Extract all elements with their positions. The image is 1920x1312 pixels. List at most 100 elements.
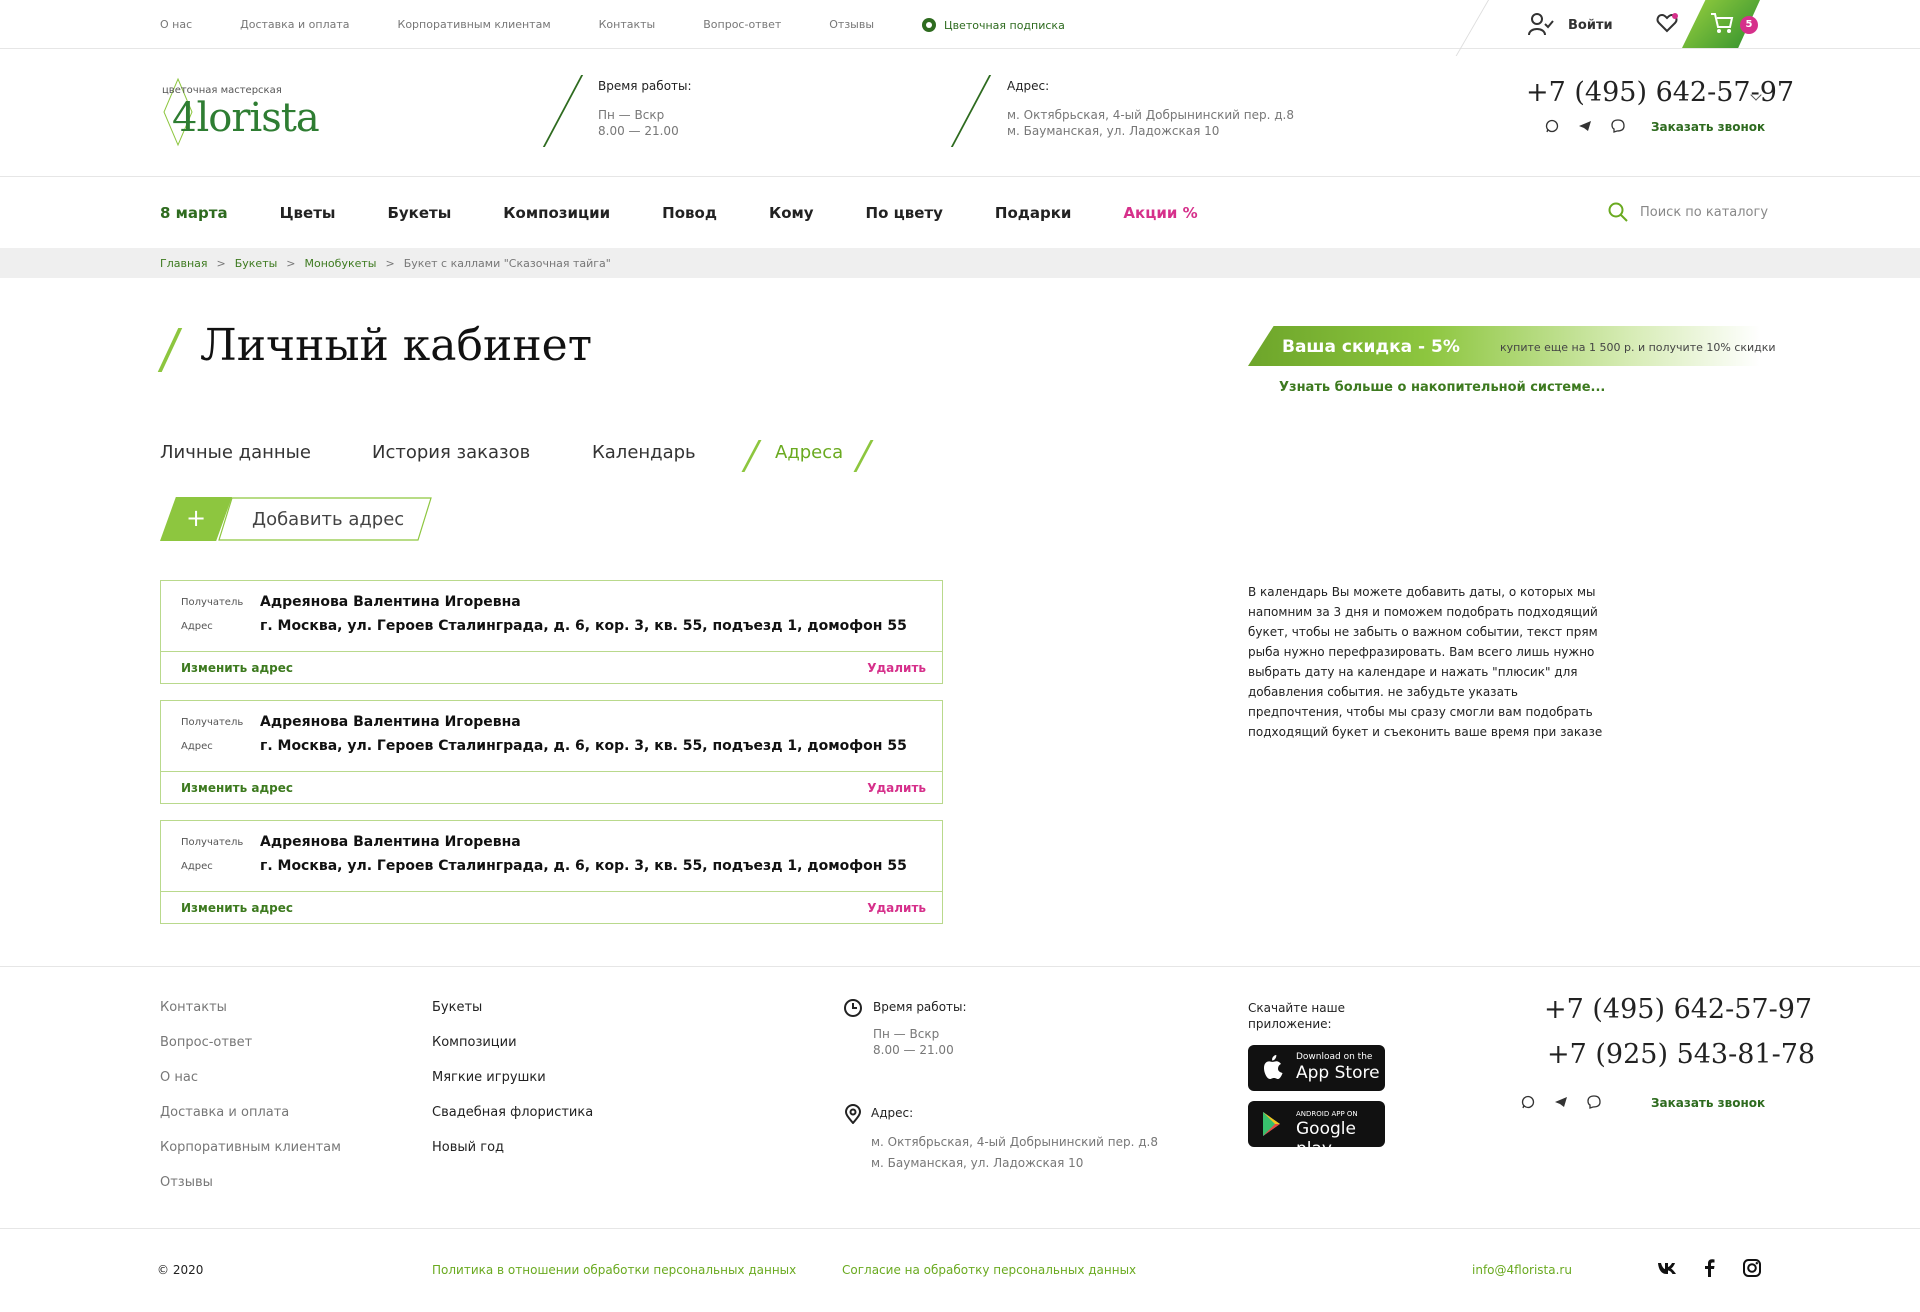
google-play-button[interactable]: ANDROID APP ON Google play (1248, 1101, 1385, 1159)
nav-item-recipient[interactable]: Кому (769, 204, 814, 222)
address-label: Адрес (181, 861, 213, 872)
hours-days: Пн — Вскр (598, 108, 665, 122)
footer-hours-days: Пн — Вскр (873, 1027, 940, 1041)
divider (1455, 0, 1489, 56)
delete-address-link[interactable]: Удалить (867, 661, 926, 675)
vk-icon[interactable] (1657, 1258, 1677, 1278)
recipient-label: Получатель (181, 837, 244, 848)
footer-callback-link[interactable]: Заказать звонок (1651, 1096, 1765, 1110)
address-value: г. Москва, ул. Героев Сталинграда, д. 6,… (260, 618, 907, 634)
logo[interactable]: 4lorista (172, 95, 320, 141)
catalog-search[interactable]: Поиск по каталогу (1608, 202, 1768, 222)
footer-hours-time: 8.00 — 21.00 (873, 1043, 954, 1057)
edit-address-link[interactable]: Изменить адрес (181, 901, 293, 915)
footer-phone-1[interactable]: +7 (495) 642-57-97 (1544, 994, 1812, 1025)
breadcrumb-monobouquets[interactable]: Монобукеты (305, 257, 377, 270)
breadcrumb-separator: > (385, 257, 395, 270)
breadcrumb-bouquets[interactable]: Букеты (235, 257, 278, 270)
delete-address-link[interactable]: Удалить (867, 901, 926, 915)
whatsapp-icon[interactable] (1545, 119, 1559, 133)
footer-link-contacts[interactable]: Контакты (160, 1000, 341, 1035)
footer-link-faq[interactable]: Вопрос-ответ (160, 1035, 341, 1070)
google-play-label: Google play (1296, 1119, 1356, 1159)
card-divider (161, 651, 942, 652)
edit-address-link[interactable]: Изменить адрес (181, 661, 293, 675)
header-callback-link[interactable]: Заказать звонок (1651, 120, 1765, 134)
nav-item-bouquets[interactable]: Букеты (387, 204, 451, 222)
delete-address-link[interactable]: Удалить (867, 781, 926, 795)
breadcrumb: Главная > Букеты > Монобукеты > Букет с кал… (160, 257, 611, 270)
cart-icon[interactable] (1710, 12, 1734, 34)
footer-column-info: Контакты Вопрос-ответ О нас Доставка и о… (160, 1000, 341, 1210)
footer-link-new-year[interactable]: Новый год (432, 1140, 593, 1175)
footer-address-line-2: м. Бауманская, ул. Ладожская 10 (871, 1156, 1084, 1170)
nav-item-gifts[interactable]: Подарки (995, 204, 1072, 222)
loyalty-info-link[interactable]: Узнать больше о накопительной системе... (1279, 380, 1605, 395)
viber-icon[interactable] (1611, 119, 1625, 133)
breadcrumb-home[interactable]: Главная (160, 257, 208, 270)
address-value: г. Москва, ул. Героев Сталинграда, д. 6,… (260, 858, 907, 874)
apple-icon (1264, 1055, 1283, 1079)
footer-link-about[interactable]: О нас (160, 1070, 341, 1105)
recipient-name: Адреянова Валентина Игоревна (260, 594, 521, 610)
footer-link-reviews[interactable]: Отзывы (160, 1175, 341, 1210)
address-line-1: м. Октябрьская, 4-ый Добрынинский пер. д… (1007, 108, 1294, 122)
edit-address-link[interactable]: Изменить адрес (181, 781, 293, 795)
topnav-item-reviews[interactable]: Отзывы (829, 18, 874, 32)
tab-calendar[interactable]: Календарь (592, 442, 696, 463)
app-store-caption: Download on the (1296, 1052, 1373, 1062)
main-nav: 8 марта Цветы Букеты Композиции Повод Ко… (160, 204, 1250, 222)
topnav-item-contacts[interactable]: Контакты (599, 18, 656, 32)
tab-order-history[interactable]: История заказов (372, 442, 530, 463)
nav-item-compositions[interactable]: Композиции (503, 204, 610, 222)
subscription-label: Цветочная подписка (944, 18, 1065, 32)
footer-phone-2[interactable]: +7 (925) 543-81-78 (1547, 1039, 1815, 1070)
topnav-item-corporate[interactable]: Корпоративным клиентам (398, 18, 551, 32)
facebook-icon[interactable] (1700, 1258, 1720, 1278)
tab-personal-data[interactable]: Личные данные (160, 442, 311, 463)
telegram-icon[interactable] (1578, 119, 1592, 133)
address-card: Получатель Адреянова Валентина Игоревна … (160, 820, 943, 924)
footer-link-wedding[interactable]: Свадебная флористика (432, 1105, 593, 1140)
app-store-button[interactable]: Download on the App Store (1248, 1045, 1385, 1091)
tab-addresses[interactable]: Адреса (775, 442, 843, 463)
search-input[interactable]: Поиск по каталогу (1640, 205, 1768, 220)
email-link[interactable]: info@4florista.ru (1472, 1263, 1572, 1277)
nav-item-by-color[interactable]: По цвету (866, 204, 943, 222)
telegram-icon[interactable] (1554, 1095, 1568, 1109)
footer-link-compositions[interactable]: Композиции (432, 1035, 593, 1070)
nav-item-flowers[interactable]: Цветы (280, 204, 336, 222)
privacy-policy-link[interactable]: Политика в отношении обработки персональ… (432, 1263, 796, 1277)
recipient-label: Получатель (181, 717, 244, 728)
add-address-label: Добавить адрес (252, 509, 405, 530)
topnav-item-faq[interactable]: Вопрос-ответ (703, 18, 781, 32)
nav-item-march8[interactable]: 8 марта (160, 204, 228, 222)
topnav-item-delivery[interactable]: Доставка и оплата (240, 18, 349, 32)
whatsapp-icon[interactable] (1521, 1095, 1535, 1109)
viber-icon[interactable] (1587, 1095, 1601, 1109)
data-consent-link[interactable]: Согласие на обработку персональных данны… (842, 1263, 1136, 1277)
footer-link-bouquets[interactable]: Букеты (432, 1000, 593, 1035)
footer-link-delivery[interactable]: Доставка и оплата (160, 1105, 341, 1140)
footer-link-corporate[interactable]: Корпоративным клиентам (160, 1140, 341, 1175)
topnav-item-about[interactable]: О нас (160, 18, 192, 32)
instagram-icon[interactable] (1742, 1258, 1762, 1278)
address-label: Адрес: (1007, 79, 1050, 93)
divider (542, 75, 584, 147)
favorites-indicator (1672, 13, 1678, 19)
footer-link-toys[interactable]: Мягкие игрушки (432, 1070, 593, 1105)
address-card: Получатель Адреянова Валентина Игоревна … (160, 700, 943, 804)
address-value: г. Москва, ул. Героев Сталинграда, д. 6,… (260, 738, 907, 754)
app-download-title: Скачайте наше приложение: (1248, 1001, 1345, 1031)
breadcrumb-separator: > (286, 257, 296, 270)
user-icon (1528, 13, 1554, 36)
nav-item-occasion[interactable]: Повод (662, 204, 717, 222)
flower-icon (922, 18, 937, 32)
discount-title: Ваша скидка - 5% (1282, 337, 1460, 357)
location-pin-icon (844, 1104, 862, 1124)
footer-column-catalog: Букеты Композиции Мягкие игрушки Свадебн… (432, 1000, 593, 1175)
flower-subscription-link[interactable]: Цветочная подписка (922, 18, 1065, 32)
nav-item-sales[interactable]: Акции % (1123, 204, 1197, 222)
tab-slash-decoration (741, 440, 762, 472)
hours-time: 8.00 — 21.00 (598, 124, 679, 138)
